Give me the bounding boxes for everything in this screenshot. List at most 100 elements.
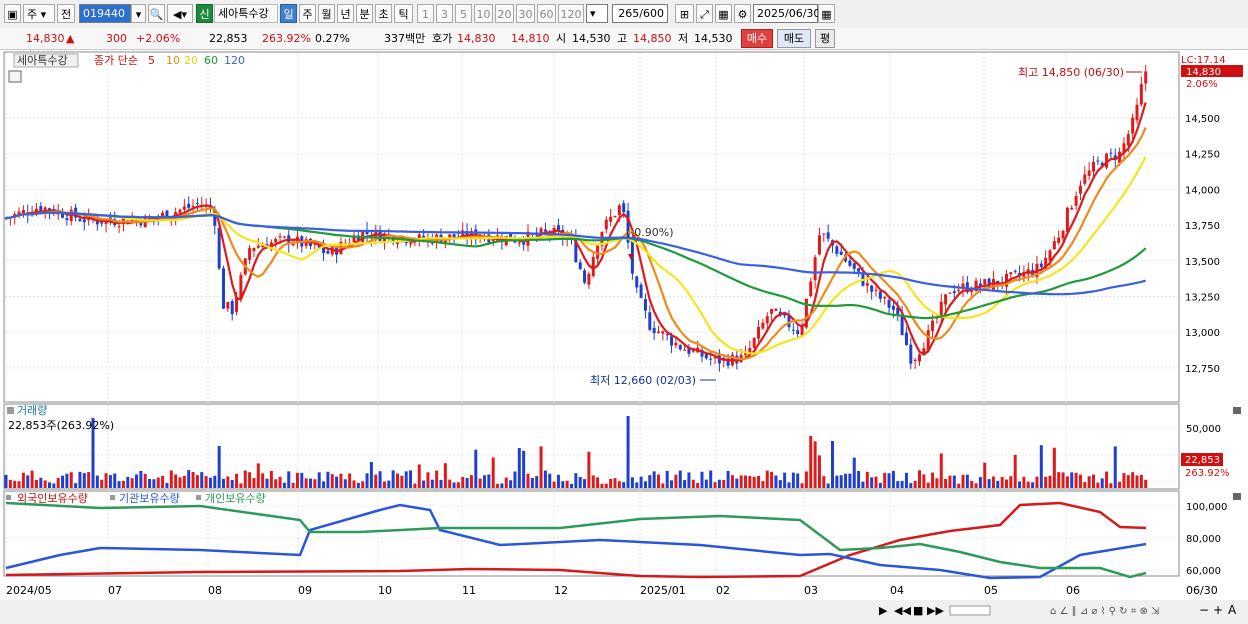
- volume-bar: [156, 477, 160, 488]
- volume-bar: [1022, 476, 1026, 488]
- calendar-icon[interactable]: ▦: [818, 4, 835, 23]
- period-month[interactable]: 월: [318, 4, 335, 23]
- volume-bar: [282, 482, 286, 488]
- volume-bar: [717, 479, 721, 488]
- prev-button[interactable]: 전: [57, 4, 75, 23]
- speaker-icon[interactable]: ◀▾: [167, 4, 193, 23]
- volume-bar: [48, 482, 51, 488]
- volume-bar: [887, 473, 891, 488]
- zoom-slider[interactable]: [949, 605, 991, 616]
- sell-button[interactable]: 매도: [777, 29, 811, 48]
- period-minute[interactable]: 분: [356, 4, 373, 23]
- current-price: 14,830: [26, 32, 65, 45]
- minute-20[interactable]: 20: [495, 4, 514, 23]
- volume-bar: [448, 479, 452, 488]
- eval-button[interactable]: 평: [815, 29, 835, 48]
- zoom-in-icon[interactable]: +: [1213, 603, 1223, 617]
- drawing-tools-icon[interactable]: ⌂ ∠ ∥ ⊿ ⌀ ⌇ ⚲ ↻ ⌗ ⊗ ⇲: [1050, 606, 1160, 617]
- volume-bar: [648, 475, 652, 488]
- font-size-icon[interactable]: A: [1228, 603, 1237, 617]
- volume-bar: [248, 472, 252, 488]
- volume-bar: [1100, 478, 1104, 488]
- volume-panel-marker: [7, 407, 14, 414]
- volume-bar: [809, 436, 813, 488]
- candle-body: [409, 243, 413, 245]
- candle-body: [657, 331, 660, 333]
- candle-body: [256, 245, 260, 248]
- volume-bar: [378, 471, 382, 488]
- minute-60[interactable]: 60: [537, 4, 556, 23]
- volume-bar: [261, 473, 265, 488]
- crosshair-icon[interactable]: ⊞: [675, 4, 694, 23]
- volume-bar: [152, 479, 156, 488]
- count-input[interactable]: 265/600: [612, 4, 668, 23]
- period-tick[interactable]: 틱: [394, 4, 413, 23]
- mid-annotation: (-0.90%): [626, 226, 674, 239]
- volume-bar: [330, 474, 334, 488]
- volume-bar: [430, 479, 434, 488]
- period-year[interactable]: 년: [337, 4, 354, 23]
- minute-1[interactable]: 1: [417, 4, 434, 23]
- zoom-out-icon[interactable]: −: [1199, 603, 1209, 617]
- volume-bar: [822, 476, 826, 488]
- stock-chart-svg[interactable]: 14,500 14,250 14,000 13,750 13,500 13,250 13,0…: [0, 50, 1248, 621]
- candle-body: [848, 260, 852, 266]
- volume-bar: [317, 472, 321, 488]
- price-tick-label: 13,750: [1185, 221, 1220, 232]
- layout-icon[interactable]: ▣: [4, 4, 21, 23]
- volume-bar: [304, 478, 308, 488]
- draw-tool-icon[interactable]: ⤢: [696, 4, 713, 23]
- custom-period-dropdown[interactable]: ▾: [586, 4, 608, 23]
- candle-body: [665, 334, 669, 336]
- volume-bar: [831, 441, 834, 488]
- stop-icon[interactable]: ■: [913, 604, 923, 617]
- volume-bar: [356, 482, 360, 488]
- code-dropdown-chevron-icon[interactable]: ▾: [131, 4, 146, 23]
- volume-bar: [352, 480, 356, 488]
- minute-5[interactable]: 5: [455, 4, 472, 23]
- volume-bar: [269, 470, 273, 488]
- volume-bar: [757, 475, 761, 488]
- code-input[interactable]: 019440: [79, 4, 131, 23]
- period-second[interactable]: 초: [375, 4, 392, 23]
- buy-button[interactable]: 매수: [741, 29, 773, 48]
- save-icon[interactable]: ▦: [715, 4, 732, 23]
- candle-body: [670, 336, 674, 346]
- chart-area[interactable]: 14,500 14,250 14,000 13,750 13,500 13,250 13,0…: [0, 50, 1248, 621]
- minute-10[interactable]: 10: [474, 4, 493, 23]
- open-label: 시: [556, 32, 567, 45]
- volume-bar: [587, 451, 591, 488]
- volume-bar: [796, 473, 800, 488]
- period-day[interactable]: 일: [280, 4, 297, 23]
- scroll-end-icon[interactable]: ▶▶: [927, 604, 944, 617]
- scroll-start-icon[interactable]: ◀◀: [894, 604, 911, 617]
- volume-bar: [8, 479, 12, 488]
- volume-bar: [1083, 482, 1087, 488]
- volume-bar: [1039, 445, 1043, 488]
- minute-120[interactable]: 120: [558, 4, 584, 23]
- new-badge[interactable]: 신: [196, 4, 213, 23]
- volume-bar: [235, 473, 239, 488]
- scroll-right-icon[interactable]: ▶: [879, 604, 888, 617]
- minute-3[interactable]: 3: [436, 4, 453, 23]
- volume-bar: [252, 478, 256, 488]
- candle-body: [757, 326, 761, 339]
- volume-bar: [287, 471, 291, 488]
- volume-panel-close-icon[interactable]: [1233, 407, 1241, 414]
- grid-icon[interactable]: [8, 70, 22, 83]
- candle-body: [791, 329, 795, 331]
- minute-30[interactable]: 30: [516, 4, 535, 23]
- volume-bar: [1009, 476, 1013, 488]
- zoom-icon[interactable]: 🔍: [148, 4, 165, 23]
- volume-bar: [443, 463, 447, 488]
- low-price: 14,530: [694, 32, 733, 45]
- volume-bar: [848, 473, 852, 488]
- period-week[interactable]: 주: [299, 4, 316, 23]
- market-select[interactable]: 주 ▾: [23, 4, 55, 23]
- settings-icon[interactable]: ⚙: [734, 4, 751, 23]
- volume-bar: [804, 471, 808, 488]
- volume-bar: [839, 475, 843, 488]
- date-input[interactable]: 2025/06/30: [753, 4, 820, 23]
- volume-bar: [161, 475, 165, 488]
- holding-panel-close-icon[interactable]: [1233, 493, 1241, 500]
